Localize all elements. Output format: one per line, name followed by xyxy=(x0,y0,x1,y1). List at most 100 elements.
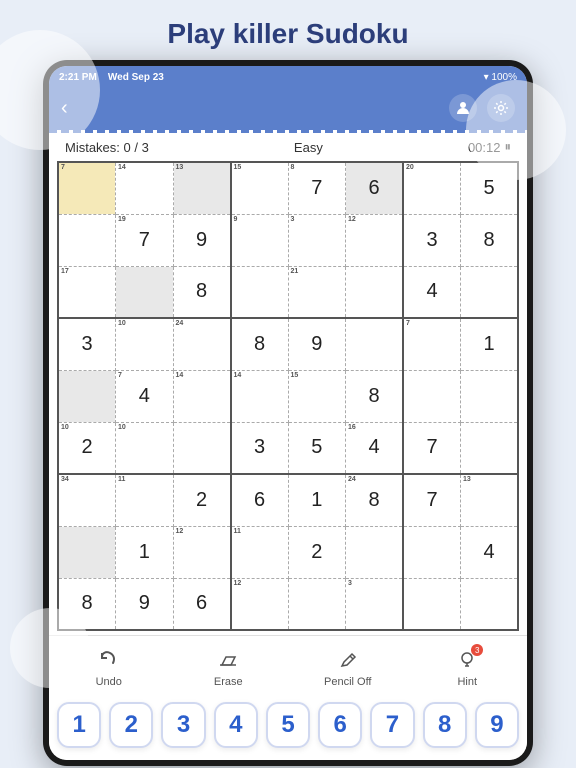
number-button-1[interactable]: 1 xyxy=(57,702,101,748)
cell-r2-c1[interactable] xyxy=(116,266,174,318)
cell-value: 7 xyxy=(139,229,150,251)
cell-r8-c2[interactable]: 6 xyxy=(173,578,231,630)
cell-value: 1 xyxy=(139,541,150,563)
cell-r1-c3[interactable]: 9 xyxy=(231,214,289,266)
cell-r5-c2[interactable] xyxy=(173,422,231,474)
cell-r7-c5[interactable] xyxy=(346,526,404,578)
cell-r4-c2[interactable]: 14 xyxy=(173,370,231,422)
cell-r5-c5[interactable]: 164 xyxy=(346,422,404,474)
cell-r3-c3[interactable]: 8 xyxy=(231,318,289,370)
cell-r0-c6[interactable]: 20 xyxy=(403,162,461,214)
cell-r1-c7[interactable]: 8 xyxy=(461,214,519,266)
cell-value: 7 xyxy=(426,489,437,511)
hint-badge: 3 xyxy=(471,644,483,656)
undo-label: Undo xyxy=(96,676,122,688)
number-button-5[interactable]: 5 xyxy=(266,702,310,748)
cell-r8-c7[interactable] xyxy=(461,578,519,630)
cell-value: 6 xyxy=(368,177,379,199)
number-button-6[interactable]: 6 xyxy=(318,702,362,748)
cell-r5-c4[interactable]: 5 xyxy=(288,422,346,474)
cell-r0-c4[interactable]: 87 xyxy=(288,162,346,214)
cell-r8-c4[interactable] xyxy=(288,578,346,630)
cell-r6-c1[interactable]: 11 xyxy=(116,474,174,526)
cell-value: 3 xyxy=(426,229,437,251)
cell-r4-c7[interactable] xyxy=(461,370,519,422)
cell-r5-c7[interactable] xyxy=(461,422,519,474)
cell-r2-c5[interactable] xyxy=(346,266,404,318)
cell-r1-c2[interactable]: 9 xyxy=(173,214,231,266)
cell-r8-c1[interactable]: 9 xyxy=(116,578,174,630)
cell-value: 9 xyxy=(139,592,150,614)
cell-r6-c0[interactable]: 34 xyxy=(58,474,116,526)
cell-r0-c7[interactable]: 5 xyxy=(461,162,519,214)
cell-value: 3 xyxy=(81,333,92,355)
cell-r6-c4[interactable]: 1 xyxy=(288,474,346,526)
cell-r7-c3[interactable]: 11 xyxy=(231,526,289,578)
cell-r7-c2[interactable]: 12 xyxy=(173,526,231,578)
cell-r2-c4[interactable]: 21 xyxy=(288,266,346,318)
cell-r3-c6[interactable]: 7 xyxy=(403,318,461,370)
number-button-8[interactable]: 8 xyxy=(423,702,467,748)
nav-bar: ‹ xyxy=(49,88,527,130)
toolbar-item-hint[interactable]: 3Hint xyxy=(437,646,497,688)
cell-r7-c6[interactable] xyxy=(403,526,461,578)
cell-r6-c2[interactable]: 2 xyxy=(173,474,231,526)
cell-r5-c6[interactable]: 7 xyxy=(403,422,461,474)
cell-r1-c4[interactable]: 3 xyxy=(288,214,346,266)
cell-r3-c4[interactable]: 9 xyxy=(288,318,346,370)
cell-r3-c7[interactable]: 1 xyxy=(461,318,519,370)
cell-r1-c5[interactable]: 12 xyxy=(346,214,404,266)
undo-icon xyxy=(95,646,123,674)
number-button-2[interactable]: 2 xyxy=(109,702,153,748)
cell-r2-c2[interactable]: 8 xyxy=(173,266,231,318)
cell-r4-c6[interactable] xyxy=(403,370,461,422)
cell-r7-c0[interactable] xyxy=(58,526,116,578)
pencil-icon xyxy=(334,646,362,674)
cell-r0-c2[interactable]: 13 xyxy=(173,162,231,214)
cell-r4-c5[interactable]: 8 xyxy=(346,370,404,422)
toolbar: Undo Erase Pencil Off 3Hint xyxy=(49,635,527,694)
cell-r6-c3[interactable]: 6 xyxy=(231,474,289,526)
cell-r3-c0[interactable]: 3 xyxy=(58,318,116,370)
cell-r8-c5[interactable]: 3 xyxy=(346,578,404,630)
cell-r7-c1[interactable]: 1 xyxy=(116,526,174,578)
cell-r4-c3[interactable]: 14 xyxy=(231,370,289,422)
cell-value: 4 xyxy=(483,541,494,563)
toolbar-item-erase[interactable]: Erase xyxy=(198,646,258,688)
number-button-9[interactable]: 9 xyxy=(475,702,519,748)
cell-r3-c2[interactable]: 24 xyxy=(173,318,231,370)
cell-r2-c7[interactable] xyxy=(461,266,519,318)
cell-r8-c6[interactable] xyxy=(403,578,461,630)
number-button-7[interactable]: 7 xyxy=(370,702,414,748)
number-button-3[interactable]: 3 xyxy=(161,702,205,748)
cell-r6-c6[interactable]: 7 xyxy=(403,474,461,526)
cell-r1-c1[interactable]: 197 xyxy=(116,214,174,266)
cell-r6-c7[interactable]: 13 xyxy=(461,474,519,526)
cell-r4-c1[interactable]: 74 xyxy=(116,370,174,422)
cell-r7-c4[interactable]: 2 xyxy=(288,526,346,578)
cell-r2-c3[interactable] xyxy=(231,266,289,318)
cell-r1-c6[interactable]: 3 xyxy=(403,214,461,266)
cell-r0-c5[interactable]: 6 xyxy=(346,162,404,214)
toolbar-item-pencil[interactable]: Pencil Off xyxy=(318,646,378,688)
cell-r5-c1[interactable]: 10 xyxy=(116,422,174,474)
cell-r2-c6[interactable]: 4 xyxy=(403,266,461,318)
cell-r4-c4[interactable]: 15 xyxy=(288,370,346,422)
cell-r0-c3[interactable]: 15 xyxy=(231,162,289,214)
cell-r2-c0[interactable]: 17 xyxy=(58,266,116,318)
cell-r5-c3[interactable]: 3 xyxy=(231,422,289,474)
cell-r1-c0[interactable] xyxy=(58,214,116,266)
cell-r6-c5[interactable]: 248 xyxy=(346,474,404,526)
cell-r0-c1[interactable]: 14 xyxy=(116,162,174,214)
cell-r8-c0[interactable]: 8 xyxy=(58,578,116,630)
cell-r4-c0[interactable] xyxy=(58,370,116,422)
cell-r8-c3[interactable]: 12 xyxy=(231,578,289,630)
cell-r5-c0[interactable]: 102 xyxy=(58,422,116,474)
number-button-4[interactable]: 4 xyxy=(214,702,258,748)
cell-r7-c7[interactable]: 4 xyxy=(461,526,519,578)
cell-r3-c1[interactable]: 10 xyxy=(116,318,174,370)
cell-r3-c5[interactable] xyxy=(346,318,404,370)
difficulty-label: Easy xyxy=(294,140,323,155)
cell-value: 5 xyxy=(311,436,322,458)
cell-r0-c0[interactable]: 7 xyxy=(58,162,116,214)
